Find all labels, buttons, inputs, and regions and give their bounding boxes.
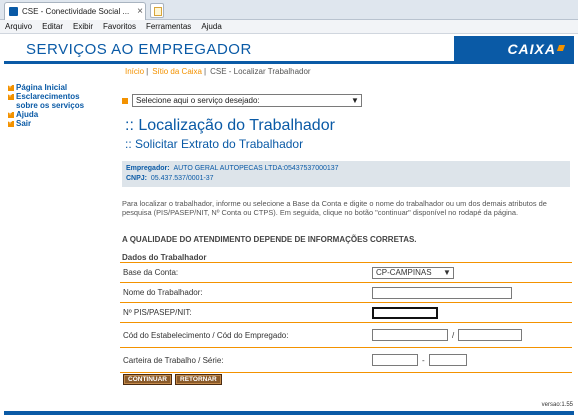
form-section-title: Dados do Trabalhador <box>122 253 207 262</box>
menu-bar: Arquivo Editar Exibir Favoritos Ferramen… <box>0 20 578 34</box>
sidebar-item-label: Página Inicial <box>16 83 68 92</box>
worker-name-input[interactable] <box>372 286 512 299</box>
worker-form: Base da Conta: CP-CAMPINAS ▼ Nome do Tra… <box>120 262 572 373</box>
chevron-down-icon: ▼ <box>351 96 359 105</box>
form-row-pis: Nº PIS/PASEP/NIT: <box>120 303 572 323</box>
form-buttons: CONTINUAR RETORNAR <box>123 374 225 385</box>
form-row-name: Nome do Trabalhador: <box>120 283 572 303</box>
menu-ajuda[interactable]: Ajuda <box>201 22 221 31</box>
employer-name: AUTO GERAL AUTOPECAS LTDA:05437537000137 <box>173 165 339 172</box>
version-label: versao:1.55 <box>541 402 573 408</box>
sidebar-item-label: Esclarecimentos sobre os serviços <box>16 92 85 110</box>
tab-title: CSE - Conectividade Social ... <box>22 7 130 16</box>
estab-label: Cód do Estabelecimento / Cód do Empregad… <box>123 330 289 340</box>
cnpj-value: 05.437.537/0001-37 <box>150 175 214 182</box>
close-icon[interactable]: × <box>135 6 145 17</box>
menu-ferramentas[interactable]: Ferramentas <box>146 22 191 31</box>
separator: - <box>422 355 425 365</box>
menu-arquivo[interactable]: Arquivo <box>5 22 32 31</box>
employer-line: Empregador: AUTO GERAL AUTOPECAS LTDA:05… <box>126 164 566 174</box>
base-select[interactable]: CP-CAMPINAS ▼ <box>372 266 454 279</box>
sidebar-item-ajuda[interactable]: Ajuda <box>8 109 118 119</box>
employee-code-input[interactable] <box>458 329 523 341</box>
service-select-value: Selecione aqui o serviço desejado: <box>136 96 260 105</box>
ctps-label: Carteira de Trabalho / Série: <box>123 355 224 365</box>
breadcrumb-home-link[interactable]: Início <box>125 67 144 76</box>
base-select-value: CP-CAMPINAS <box>376 268 432 277</box>
breadcrumb: Início | Sítio da Caixa | CSE - Localizar Tr… <box>125 67 311 76</box>
back-button[interactable]: RETORNAR <box>175 374 222 385</box>
ctps-number-input[interactable] <box>372 354 418 366</box>
caixa-logo: CAIXA <box>454 36 574 61</box>
service-selector-row: Selecione aqui o serviço desejado: ▼ <box>122 94 362 107</box>
quality-notice: A QUALIDADE DO ATENDIMENTO DEPENDE DE IN… <box>122 235 417 244</box>
name-label: Nome do Trabalhador: <box>123 288 203 297</box>
bullet-icon <box>8 91 14 100</box>
breadcrumb-site-link[interactable]: Sítio da Caixa <box>152 67 202 76</box>
form-row-estab: Cód do Estabelecimento / Cód do Empregad… <box>120 323 572 348</box>
sidebar-item-esclarecimentos[interactable]: Esclarecimentos sobre os serviços <box>8 91 118 110</box>
pis-input[interactable] <box>372 306 438 319</box>
bullet-icon <box>122 97 128 104</box>
ctps-series-input[interactable] <box>428 354 467 366</box>
employer-info-box: Empregador: AUTO GERAL AUTOPECAS LTDA:05… <box>122 161 570 187</box>
continue-button[interactable]: CONTINUAR <box>123 374 172 385</box>
cnpj-label: CNPJ: <box>126 175 148 182</box>
menu-exibir[interactable]: Exibir <box>73 22 93 31</box>
breadcrumb-current: CSE - Localizar Trabalhador <box>210 67 311 76</box>
form-row-base: Base da Conta: CP-CAMPINAS ▼ <box>120 263 572 283</box>
estab-code-input[interactable] <box>372 329 448 341</box>
sidebar: Página Inicial Esclarecimentos sobre os … <box>8 82 118 128</box>
page-header: SERVIÇOS AO EMPREGADOR CAIXA <box>4 36 574 64</box>
instructions-text: Para localizar o trabalhador, informe ou… <box>122 199 547 217</box>
page-title: :: Localização do Trabalhador <box>125 117 335 134</box>
logo-text: CAIXA <box>507 41 556 57</box>
chevron-down-icon: ▼ <box>443 268 451 277</box>
cnpj-line: CNPJ: 05.437.537/0001-37 <box>126 174 566 184</box>
page-subtitle: :: Solicitar Extrato do Trabalhador <box>125 137 304 151</box>
favicon-icon <box>9 7 18 16</box>
form-row-ctps: Carteira de Trabalho / Série: - <box>120 348 572 373</box>
sidebar-item-pagina-inicial[interactable]: Página Inicial <box>8 82 118 92</box>
sidebar-item-label: Ajuda <box>16 110 39 119</box>
bullet-icon <box>8 118 14 127</box>
separator: / <box>452 330 455 340</box>
footer-bar <box>4 411 574 415</box>
sidebar-item-sair[interactable]: Sair <box>8 118 118 128</box>
menu-editar[interactable]: Editar <box>42 22 63 31</box>
logo-accent-icon <box>556 45 566 51</box>
new-tab-icon[interactable] <box>150 3 164 18</box>
base-label: Base da Conta: <box>123 268 179 277</box>
header-title: SERVIÇOS AO EMPREGADOR <box>26 41 252 58</box>
browser-tab[interactable]: CSE - Conectividade Social ... × <box>4 2 146 20</box>
sidebar-item-label: Sair <box>16 119 32 128</box>
pis-label: Nº PIS/PASEP/NIT: <box>123 308 192 317</box>
browser-tab-bar: CSE - Conectividade Social ... × <box>0 0 578 20</box>
service-select[interactable]: Selecione aqui o serviço desejado: ▼ <box>132 94 362 107</box>
menu-favoritos[interactable]: Favoritos <box>103 22 136 31</box>
employer-label: Empregador: <box>126 165 170 172</box>
